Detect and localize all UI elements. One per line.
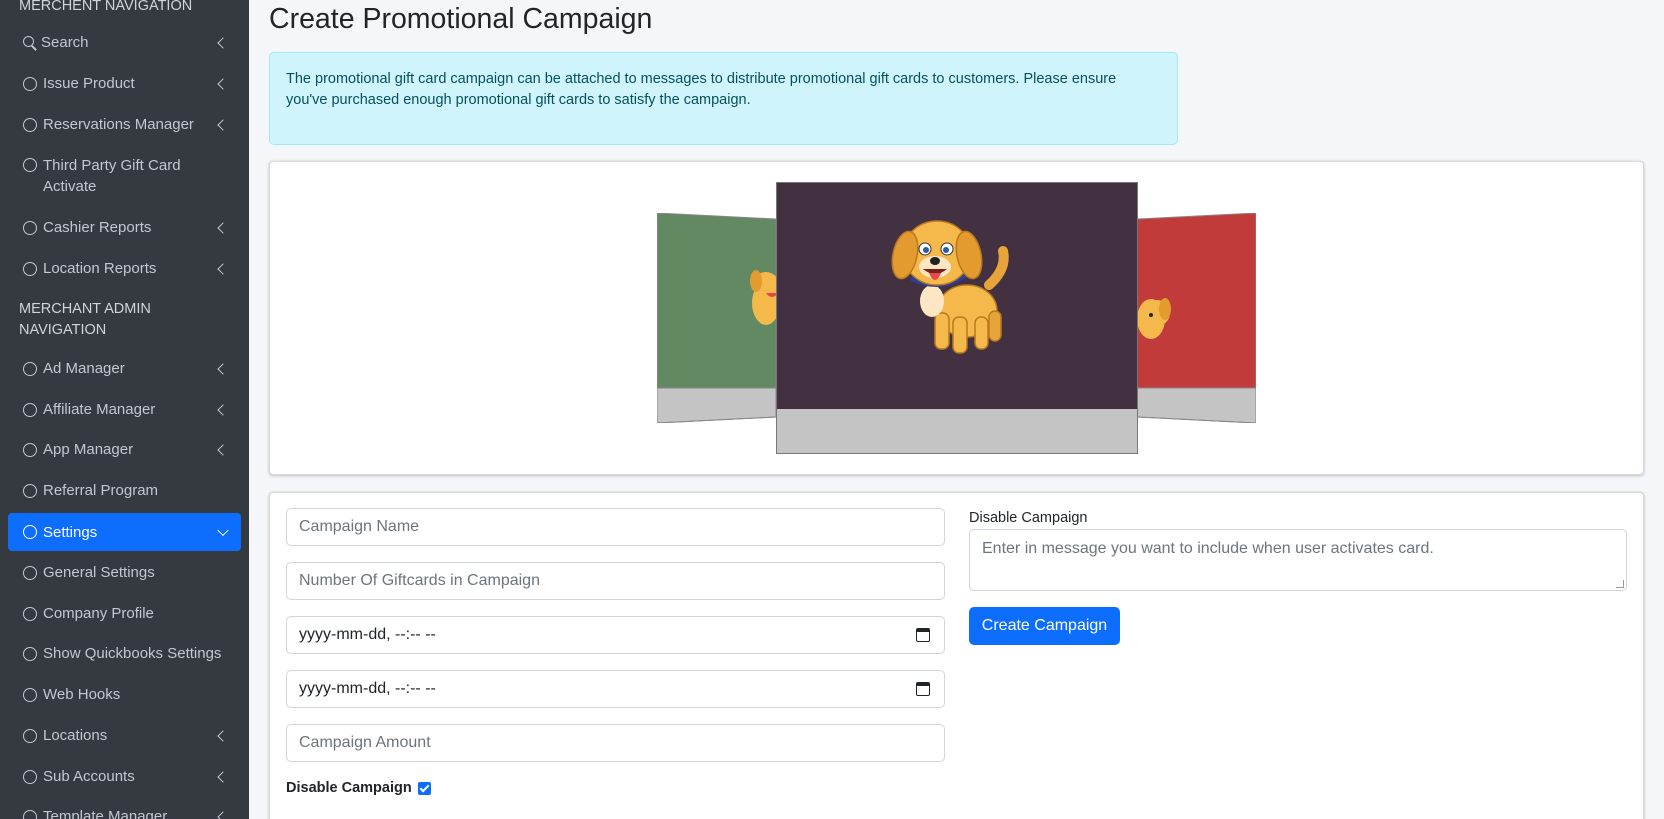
resize-handle[interactable] bbox=[1616, 580, 1624, 588]
sidebar-item-app-manager[interactable]: App Manager bbox=[8, 439, 241, 460]
sidebar-item-label: Issue Product bbox=[43, 75, 135, 92]
circle-icon bbox=[23, 606, 37, 621]
sidebar-item-label: Location Reports bbox=[43, 260, 157, 277]
sidebar-item-settings[interactable]: Settings bbox=[8, 513, 241, 551]
sidebar-item-label: Third Party Gift Card Activate bbox=[43, 157, 181, 195]
search-icon bbox=[23, 35, 37, 50]
sidebar-item-label: Referral Program bbox=[43, 482, 159, 499]
circle-icon bbox=[23, 646, 37, 661]
carousel-slide-right[interactable] bbox=[1137, 213, 1256, 423]
sidebar-item-label: Search bbox=[41, 34, 89, 51]
placeholder-text: Campaign Amount bbox=[299, 734, 431, 751]
sidebar-item-label: Cashier Reports bbox=[43, 219, 152, 236]
placeholder-text: Enter in message you want to include whe… bbox=[982, 540, 1434, 557]
calendar-icon[interactable] bbox=[916, 628, 930, 642]
sidebar-item-referral-program[interactable]: Referral Program bbox=[8, 480, 241, 501]
start-datetime-input[interactable]: yyyy-mm-dd, --:-- -- bbox=[286, 616, 945, 654]
sidebar-item-template-manager[interactable]: Template Manager bbox=[8, 806, 241, 819]
sidebar-item-third-party-gift-card[interactable]: Third Party Gift Card Activate bbox=[8, 155, 208, 197]
circle-icon bbox=[23, 525, 37, 539]
sidebar-item-label: Template Manager bbox=[43, 808, 168, 819]
sidebar-item-label: Locations bbox=[43, 727, 108, 744]
circle-icon bbox=[23, 361, 37, 376]
datetime-value: yyyy-mm-dd, --:-- -- bbox=[299, 680, 436, 697]
chevron-left-icon bbox=[217, 770, 229, 783]
circle-icon bbox=[23, 483, 37, 498]
create-campaign-button[interactable]: Create Campaign bbox=[969, 607, 1120, 645]
campaign-name-input[interactable]: Campaign Name bbox=[286, 508, 945, 546]
nav-header-merchant: MERCHENT NAVIGATION bbox=[19, 0, 193, 14]
disable-campaign-label: Disable Campaign bbox=[286, 780, 412, 796]
message-label: Disable Campaign bbox=[969, 510, 1088, 526]
sidebar-item-quickbooks-settings[interactable]: Show Quickbooks Settings bbox=[8, 643, 241, 664]
sidebar-item-ad-manager[interactable]: Ad Manager bbox=[8, 358, 241, 379]
sidebar-item-issue-product[interactable]: Issue Product bbox=[8, 73, 241, 94]
calendar-icon[interactable] bbox=[916, 682, 930, 696]
chevron-left-icon bbox=[217, 810, 229, 819]
sidebar-item-cashier-reports[interactable]: Cashier Reports bbox=[8, 217, 241, 238]
sidebar-item-web-hooks[interactable]: Web Hooks bbox=[8, 684, 241, 705]
chevron-left-icon bbox=[217, 221, 229, 234]
sidebar-item-search[interactable]: Search bbox=[8, 32, 241, 53]
page-title: Create Promotional Campaign bbox=[269, 3, 653, 35]
sidebar-item-label: Settings bbox=[43, 523, 98, 541]
sidebar-item-general-settings[interactable]: General Settings bbox=[8, 562, 241, 583]
disable-campaign-checkbox-row[interactable]: Disable Campaign bbox=[286, 780, 431, 796]
chevron-left-icon bbox=[217, 403, 229, 416]
slide-center-art bbox=[777, 183, 1137, 409]
chevron-left-icon bbox=[217, 729, 229, 742]
placeholder-text: Campaign Name bbox=[299, 518, 420, 535]
sidebar-item-locations[interactable]: Locations bbox=[8, 725, 241, 746]
sidebar-item-label: App Manager bbox=[43, 441, 134, 458]
sidebar-item-label: General Settings bbox=[43, 564, 155, 581]
chevron-left-icon bbox=[217, 77, 229, 90]
carousel-slide-center[interactable] bbox=[776, 182, 1138, 454]
end-datetime-input[interactable]: yyyy-mm-dd, --:-- -- bbox=[286, 670, 945, 708]
chevron-left-icon bbox=[217, 118, 229, 131]
message-textarea[interactable]: Enter in message you want to include whe… bbox=[969, 529, 1627, 591]
disable-campaign-checkbox[interactable] bbox=[417, 781, 431, 795]
sidebar-item-label: Affiliate Manager bbox=[43, 401, 156, 418]
circle-icon bbox=[23, 402, 37, 417]
circle-icon bbox=[23, 687, 37, 702]
sidebar-item-affiliate-manager[interactable]: Affiliate Manager bbox=[8, 399, 241, 420]
placeholder-text: Number Of Giftcards in Campaign bbox=[299, 572, 540, 589]
circle-icon bbox=[23, 565, 37, 580]
giftcard-count-input[interactable]: Number Of Giftcards in Campaign bbox=[286, 562, 945, 600]
sidebar-item-label: Sub Accounts bbox=[43, 768, 135, 785]
circle-icon bbox=[23, 728, 37, 743]
campaign-amount-input[interactable]: Campaign Amount bbox=[286, 724, 945, 762]
chevron-left-icon bbox=[217, 443, 229, 456]
circle-icon bbox=[23, 809, 37, 819]
circle-icon bbox=[23, 261, 37, 276]
sidebar-item-label: Company Profile bbox=[43, 605, 154, 622]
circle-icon bbox=[23, 158, 37, 172]
nav-header-merchant-admin: MERCHANT ADMIN NAVIGATION bbox=[19, 301, 151, 338]
carousel-slide-left[interactable] bbox=[657, 213, 776, 423]
sidebar-item-label: Show Quickbooks Settings bbox=[43, 645, 222, 662]
info-alert: The promotional gift card campaign can b… bbox=[269, 52, 1178, 145]
chevron-left-icon bbox=[217, 362, 229, 375]
chevron-left-icon bbox=[217, 36, 229, 49]
sidebar-item-label: Ad Manager bbox=[43, 360, 125, 377]
circle-icon bbox=[23, 769, 37, 784]
sidebar-item-sub-accounts[interactable]: Sub Accounts bbox=[8, 766, 241, 787]
sidebar: MERCHENT NAVIGATION Search Issue Product… bbox=[0, 0, 249, 819]
circle-icon bbox=[23, 117, 37, 132]
sidebar-item-label: Reservations Manager bbox=[43, 116, 194, 133]
sidebar-item-company-profile[interactable]: Company Profile bbox=[8, 603, 241, 624]
sidebar-item-label: Web Hooks bbox=[43, 686, 121, 703]
dog-icon bbox=[891, 220, 1009, 354]
circle-icon bbox=[23, 76, 37, 91]
datetime-value: yyyy-mm-dd, --:-- -- bbox=[299, 626, 436, 643]
sidebar-item-location-reports[interactable]: Location Reports bbox=[8, 258, 241, 279]
circle-icon bbox=[23, 442, 37, 457]
chevron-down-icon bbox=[217, 524, 229, 537]
chevron-left-icon bbox=[217, 262, 229, 275]
circle-icon bbox=[23, 220, 37, 235]
sidebar-item-reservations-manager[interactable]: Reservations Manager bbox=[8, 114, 241, 135]
